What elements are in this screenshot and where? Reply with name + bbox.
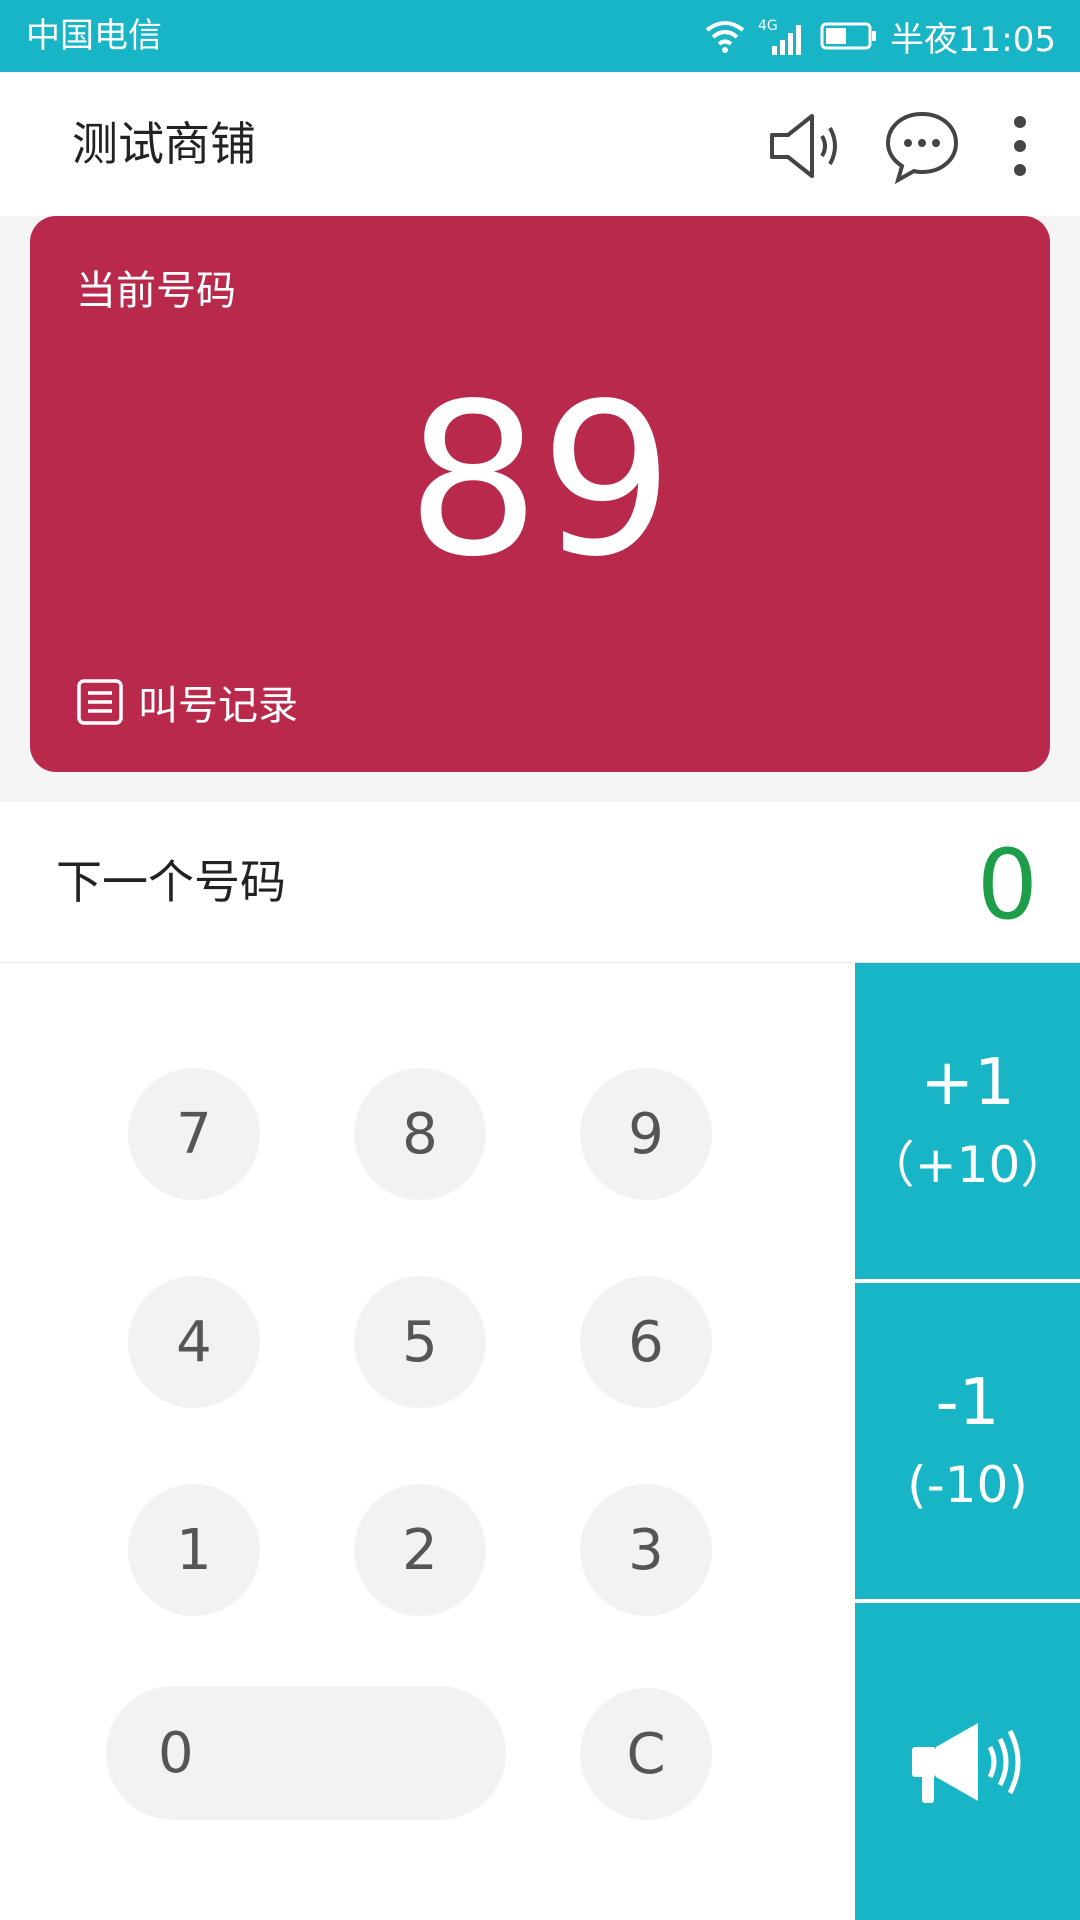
increment-button[interactable]: +1 （+10） (855, 963, 1080, 1279)
status-bar: 中国电信 4G 半夜11:05 (0, 0, 1080, 72)
key-3[interactable]: 3 (580, 1484, 712, 1616)
next-number-row: 下一个号码 0 (0, 802, 1080, 963)
battery-icon (820, 22, 877, 50)
clear-button[interactable]: C (580, 1688, 712, 1820)
chat-icon[interactable] (884, 108, 960, 184)
carrier-name: 中国电信 (26, 16, 162, 56)
key-8[interactable]: 8 (354, 1068, 486, 1200)
call-number-button[interactable] (855, 1603, 1080, 1920)
current-number-card: 当前号码 89 叫号记录 (30, 216, 1050, 772)
next-number-label: 下一个号码 (56, 855, 286, 909)
key-2[interactable]: 2 (354, 1484, 486, 1616)
key-4[interactable]: 4 (128, 1276, 260, 1408)
list-icon (77, 679, 123, 725)
megaphone-icon (911, 1722, 1020, 1803)
key-6[interactable]: 6 (580, 1276, 712, 1408)
network-type: 4G (758, 18, 778, 34)
key-5[interactable]: 5 (354, 1276, 486, 1408)
decrement-button[interactable]: -1 (-10) (855, 1283, 1080, 1599)
key-1[interactable]: 1 (128, 1484, 260, 1616)
call-history-label: 叫号记录 (138, 683, 298, 729)
decrement-label: -1 (935, 1366, 1000, 1440)
key-7[interactable]: 7 (128, 1068, 260, 1200)
increment-ten-label: （+10） (864, 1136, 1071, 1194)
key-0[interactable]: 0 (106, 1686, 506, 1820)
decrement-ten-label: (-10) (907, 1456, 1028, 1514)
current-section: 当前号码 89 叫号记录 (0, 216, 1080, 802)
status-icons: 4G 半夜11:05 (692, 10, 1056, 62)
next-number-value: 0 (976, 829, 1038, 941)
wifi-icon (705, 21, 745, 53)
current-number: 89 (406, 358, 674, 603)
clock: 半夜11:05 (890, 19, 1056, 60)
shop-title: 测试商铺 (72, 117, 256, 171)
signal-icon: 4G (758, 18, 802, 55)
call-history-link[interactable]: 叫号记录 (76, 674, 298, 730)
more-vert-icon[interactable] (992, 108, 1048, 184)
app-bar: 测试商铺 (0, 72, 1080, 217)
speaker-icon[interactable] (766, 108, 842, 184)
key-9[interactable]: 9 (580, 1068, 712, 1200)
current-label: 当前号码 (76, 268, 236, 314)
increment-label: +1 (920, 1046, 1015, 1120)
